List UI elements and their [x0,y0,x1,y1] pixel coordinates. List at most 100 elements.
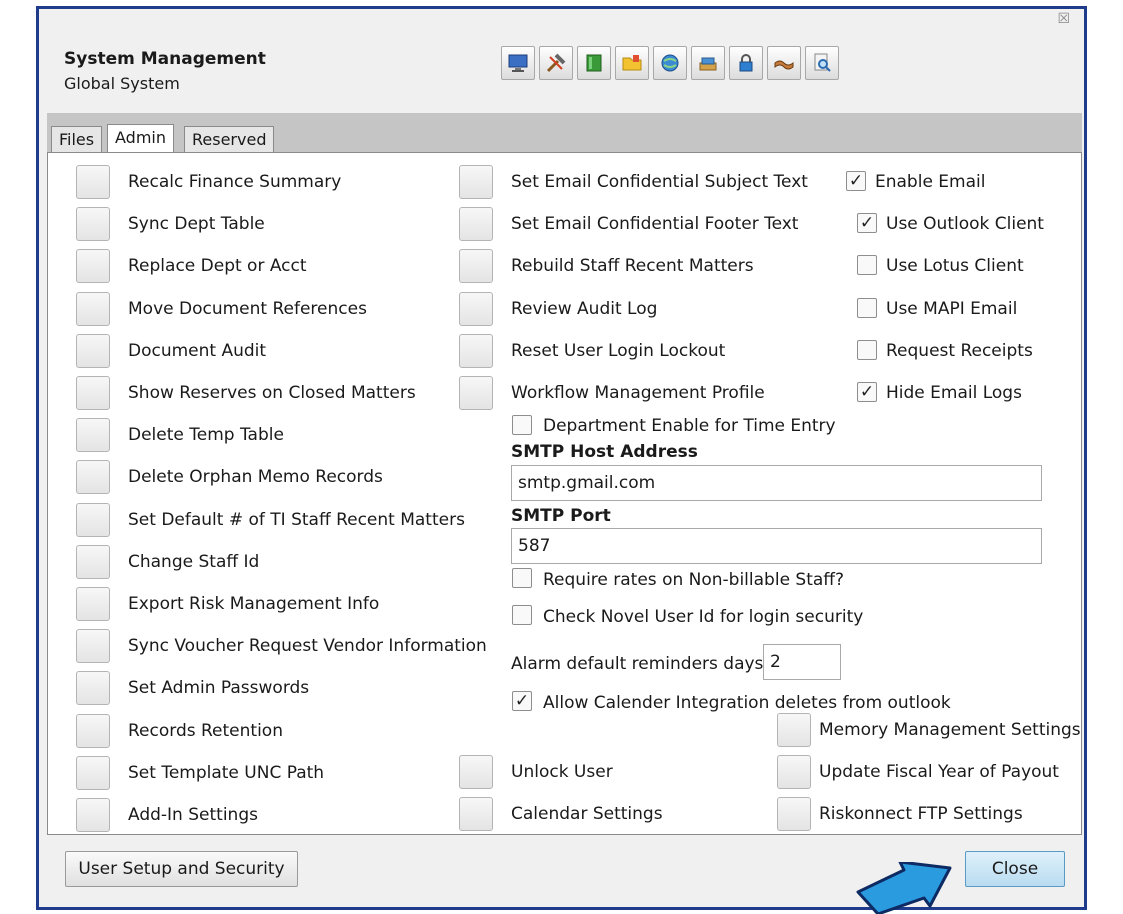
action-button[interactable] [76,376,110,410]
calendar-integration-checkbox[interactable]: ✓ [512,691,532,711]
smtp-host-label: SMTP Host Address [511,442,698,462]
tab-reserved[interactable]: Reserved [184,126,275,153]
email-option-label: Hide Email Logs [886,383,1022,403]
email-option-checkbox[interactable] [857,297,877,318]
action-button[interactable] [76,713,110,748]
folder-icon[interactable] [615,46,649,80]
unlock-user-label: Unlock User [511,762,613,782]
action-button[interactable] [459,376,493,410]
action-label: Reset User Login Lockout [511,340,726,361]
require-rates-checkbox[interactable] [512,568,532,588]
action-button[interactable] [76,587,110,621]
unlock-user-button[interactable] [459,755,493,789]
calendar-settings-label: Calendar Settings [511,804,663,824]
action-label: Set Email Confidential Subject Text [511,172,808,192]
action-button[interactable] [76,165,110,199]
update-fiscal-year-button[interactable] [777,755,811,789]
computer-icon[interactable] [501,46,535,80]
smtp-port-label: SMTP Port [511,506,611,526]
email-option-label: Request Receipts [886,340,1033,361]
action-button[interactable] [76,755,110,790]
action-button[interactable] [459,291,493,326]
novel-check-label: Check Novel User Id for login security [543,607,864,627]
action-button[interactable] [76,460,110,495]
smtp-host-input[interactable] [511,465,1042,501]
novel-check-checkbox[interactable] [512,605,532,625]
action-label: Rebuild Staff Recent Matters [511,256,754,277]
action-label: Sync Voucher Request Vendor Information [128,636,487,657]
lock-icon[interactable] [729,46,763,80]
toolbar [501,46,839,80]
close-button[interactable]: Close [965,851,1065,887]
tab-admin[interactable]: Admin [107,124,174,153]
action-button[interactable] [76,333,110,368]
action-button[interactable] [76,798,110,832]
action-button[interactable] [459,249,493,284]
dialog-subtitle: Global System [64,74,180,93]
action-label: Set Email Confidential Footer Text [511,214,799,235]
action-label: Delete Temp Table [128,425,284,446]
action-button[interactable] [459,165,493,199]
dept-enable-checkbox[interactable] [512,415,532,435]
globe-icon[interactable] [653,46,687,80]
action-button[interactable] [76,418,110,453]
action-label: Sync Dept Table [128,214,265,235]
tab-files[interactable]: Files [51,126,103,153]
smtp-port-input[interactable] [511,528,1042,564]
action-label: Workflow Management Profile [511,383,765,403]
action-button[interactable] [76,502,110,537]
dept-enable-label: Department Enable for Time Entry [543,416,836,436]
close-window-icon[interactable]: ☒ [1057,11,1070,27]
email-option-label: Use MAPI Email [886,298,1018,319]
email-option-checkbox[interactable] [857,339,877,360]
tab-bar: Files Admin Reserved [47,113,1082,153]
handshake-icon[interactable] [767,46,801,80]
action-label: Set Default # of TI Staff Recent Matters [128,509,465,530]
pointer-arrow-icon [856,862,952,914]
stack-icon[interactable] [691,46,725,80]
system-management-dialog: ☒ System Management Global System Files … [36,6,1087,910]
action-label: Delete Orphan Memo Records [128,467,383,488]
action-label: Set Admin Passwords [128,678,310,699]
admin-panel: Recalc Finance Summary Sync Dept Table Rep… [47,152,1082,835]
email-option-label: Enable Email [875,172,986,192]
riskonnect-ftp-label: Riskonnect FTP Settings [819,804,1023,824]
memory-management-button[interactable] [777,713,811,747]
action-button[interactable] [459,207,493,242]
email-option-label: Use Outlook Client [886,214,1044,235]
email-option-checkbox[interactable] [857,255,877,276]
alarm-days-input[interactable] [763,644,841,680]
calendar-integration-label: Allow Calender Integration deletes from … [543,693,951,713]
email-option-label: Use Lotus Client [886,256,1024,277]
calendar-settings-button[interactable] [459,797,493,831]
action-button[interactable] [76,544,110,579]
memory-management-label: Memory Management Settings [819,720,1081,740]
dialog-title: System Management [64,49,266,69]
email-option-checkbox[interactable]: ✓ [846,171,866,191]
action-label: Export Risk Management Info [128,594,380,614]
riskonnect-ftp-button[interactable] [777,797,811,831]
action-label: Records Retention [128,720,283,741]
action-button[interactable] [76,291,110,326]
action-button[interactable] [76,249,110,284]
action-label: Add-In Settings [128,805,258,825]
action-label: Move Document References [128,298,367,319]
action-label: Change Staff Id [128,551,260,572]
book-icon[interactable] [577,46,611,80]
action-button[interactable] [76,629,110,664]
email-option-checkbox[interactable]: ✓ [857,382,877,402]
tools-icon[interactable] [539,46,573,80]
action-button[interactable] [76,207,110,242]
action-label: Show Reserves on Closed Matters [128,383,416,403]
action-button[interactable] [459,333,493,368]
email-option-checkbox[interactable]: ✓ [857,213,877,234]
alarm-label: Alarm default reminders days [511,654,764,674]
update-fiscal-year-label: Update Fiscal Year of Payout [819,762,1059,782]
action-label: Replace Dept or Acct [128,256,307,277]
action-label: Recalc Finance Summary [128,172,342,192]
action-button[interactable] [76,671,110,706]
action-label: Review Audit Log [511,298,658,319]
require-rates-label: Require rates on Non-billable Staff? [543,570,845,590]
user-setup-security-button[interactable]: User Setup and Security [65,851,298,887]
magnifier-icon[interactable] [805,46,839,80]
